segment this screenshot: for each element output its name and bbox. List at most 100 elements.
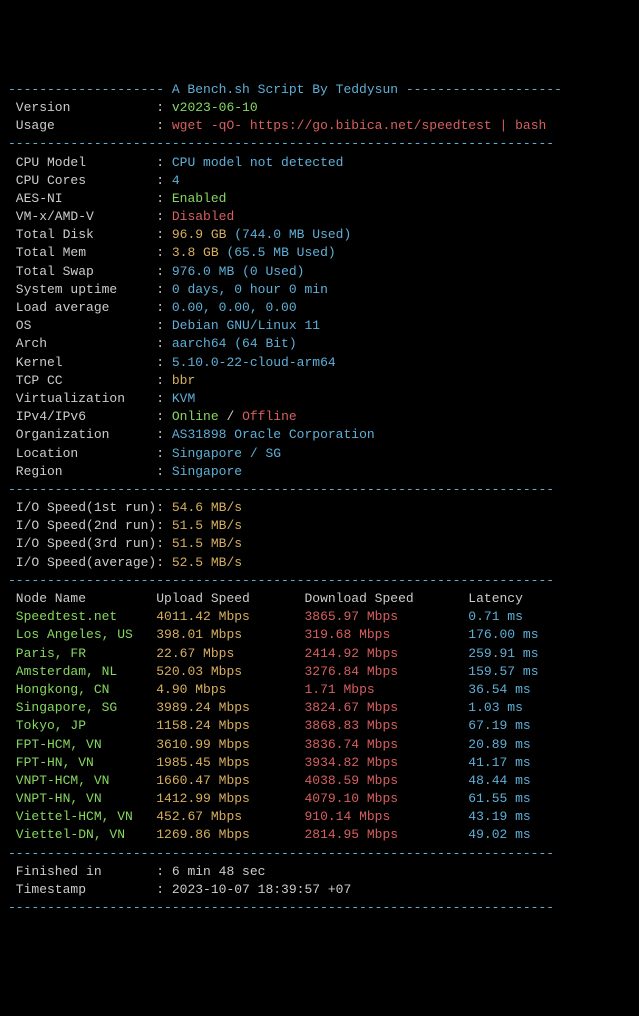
sysinfo-row: Total Mem : 3.8 GB (65.5 MB Used): [8, 244, 631, 262]
speed-download: 3276.84 Mbps: [304, 664, 468, 679]
sysinfo-extra: (65.5 MB Used): [219, 245, 336, 260]
speed-upload: 1985.45 Mbps: [156, 755, 304, 770]
info-label: Organization: [8, 427, 156, 442]
io-label: I/O Speed(1st run): [8, 500, 156, 515]
sysinfo-row: OS : Debian GNU/Linux 11: [8, 317, 631, 335]
info-label: Location: [8, 446, 156, 461]
speed-latency: 159.57 ms: [468, 664, 538, 679]
speed-row: Viettel-DN, VN 1269.86 Mbps 2814.95 Mbps…: [8, 826, 631, 844]
speed-latency: 48.44 ms: [468, 773, 530, 788]
sysinfo-row: Total Swap : 976.0 MB (0 Used): [8, 263, 631, 281]
sysinfo-value: Enabled: [172, 191, 227, 206]
timestamp-label: Timestamp: [8, 882, 156, 897]
speed-header-up: Upload Speed: [156, 591, 304, 606]
sysinfo-value: 3.8 GB: [172, 245, 219, 260]
speed-upload: 3610.99 Mbps: [156, 737, 304, 752]
speed-node: Los Angeles, US: [8, 627, 156, 642]
io-row: I/O Speed(3rd run): 51.5 MB/s: [8, 535, 631, 553]
sysinfo-row: Arch : aarch64 (64 Bit): [8, 335, 631, 353]
speed-upload: 1412.99 Mbps: [156, 791, 304, 806]
sysinfo-value: 976.0 MB: [172, 264, 234, 279]
speed-latency: 1.03 ms: [468, 700, 523, 715]
speed-node: Tokyo, JP: [8, 718, 156, 733]
speed-download: 3868.83 Mbps: [304, 718, 468, 733]
sysinfo-label: Arch: [8, 336, 156, 351]
speed-header-down: Download Speed: [304, 591, 468, 606]
info-value: Singapore: [172, 464, 242, 479]
speed-row: Los Angeles, US 398.01 Mbps 319.68 Mbps …: [8, 626, 631, 644]
speed-node: Viettel-HCM, VN: [8, 809, 156, 824]
speed-node: VNPT-HCM, VN: [8, 773, 156, 788]
speed-upload: 520.03 Mbps: [156, 664, 304, 679]
sysinfo-value: bbr: [172, 373, 195, 388]
speed-row: VNPT-HN, VN 1412.99 Mbps 4079.10 Mbps 61…: [8, 790, 631, 808]
io-label: I/O Speed(2nd run): [8, 518, 156, 533]
timestamp-value: 2023-10-07 18:39:57 +07: [172, 882, 351, 897]
speed-latency: 67.19 ms: [468, 718, 530, 733]
speed-row: Paris, FR 22.67 Mbps 2414.92 Mbps 259.91…: [8, 645, 631, 663]
terminal-output: -------------------- A Bench.sh Script B…: [8, 81, 631, 918]
sysinfo-label: CPU Cores: [8, 173, 156, 188]
sysinfo-row: System uptime : 0 days, 0 hour 0 min: [8, 281, 631, 299]
speed-upload: 398.01 Mbps: [156, 627, 304, 642]
speed-node: VNPT-HN, VN: [8, 791, 156, 806]
speed-download: 3836.74 Mbps: [304, 737, 468, 752]
speed-node: Viettel-DN, VN: [8, 827, 156, 842]
speed-upload: 1158.24 Mbps: [156, 718, 304, 733]
speed-download: 3934.82 Mbps: [304, 755, 468, 770]
sysinfo-row: VM-x/AMD-V : Disabled: [8, 208, 631, 226]
network-online: Online: [172, 409, 219, 424]
sysinfo-label: Total Disk: [8, 227, 156, 242]
sysinfo-value: KVM: [172, 391, 195, 406]
speed-header-lat: Latency: [468, 591, 523, 606]
speed-download: 2414.92 Mbps: [304, 646, 468, 661]
speed-latency: 41.17 ms: [468, 755, 530, 770]
sysinfo-label: Total Mem: [8, 245, 156, 260]
separator: ----------------------------------------…: [8, 900, 554, 915]
speed-node: Singapore, SG: [8, 700, 156, 715]
speed-upload: 4011.42 Mbps: [156, 609, 304, 624]
finished-label: Finished in: [8, 864, 156, 879]
sysinfo-label: Total Swap: [8, 264, 156, 279]
speed-latency: 259.91 ms: [468, 646, 538, 661]
sysinfo-label: Kernel: [8, 355, 156, 370]
separator: ----------------------------------------…: [8, 846, 554, 861]
speed-upload: 4.90 Mbps: [156, 682, 304, 697]
io-value: 52.5 MB/s: [172, 555, 242, 570]
speed-latency: 49.02 ms: [468, 827, 530, 842]
sysinfo-label: OS: [8, 318, 156, 333]
speed-download: 319.68 Mbps: [304, 627, 468, 642]
speed-download: 3824.67 Mbps: [304, 700, 468, 715]
io-label: I/O Speed(average): [8, 555, 156, 570]
speed-row: FPT-HN, VN 1985.45 Mbps 3934.82 Mbps 41.…: [8, 754, 631, 772]
sysinfo-value: CPU model not detected: [172, 155, 344, 170]
speed-download: 4079.10 Mbps: [304, 791, 468, 806]
sysinfo-value: 96.9 GB: [172, 227, 227, 242]
sysinfo-row: Load average : 0.00, 0.00, 0.00: [8, 299, 631, 317]
speed-latency: 43.19 ms: [468, 809, 530, 824]
sysinfo-extra: (744.0 MB Used): [226, 227, 351, 242]
speed-row: Viettel-HCM, VN 452.67 Mbps 910.14 Mbps …: [8, 808, 631, 826]
speed-download: 910.14 Mbps: [304, 809, 468, 824]
sysinfo-row: TCP CC : bbr: [8, 372, 631, 390]
info-label: Region: [8, 464, 156, 479]
network-label: IPv4/IPv6: [8, 409, 156, 424]
info-value: Singapore / SG: [172, 446, 281, 461]
sysinfo-value: 5.10.0-22-cloud-arm64: [172, 355, 336, 370]
speed-latency: 20.89 ms: [468, 737, 530, 752]
io-row: I/O Speed(1st run): 54.6 MB/s: [8, 499, 631, 517]
sysinfo-label: CPU Model: [8, 155, 156, 170]
speed-node: Hongkong, CN: [8, 682, 156, 697]
io-value: 54.6 MB/s: [172, 500, 242, 515]
info-value: AS31898 Oracle Corporation: [172, 427, 375, 442]
sysinfo-value: aarch64 (64 Bit): [172, 336, 297, 351]
sysinfo-label: TCP CC: [8, 373, 156, 388]
sysinfo-row: Virtualization : KVM: [8, 390, 631, 408]
network-offline: Offline: [242, 409, 297, 424]
sysinfo-value: 0 days, 0 hour 0 min: [172, 282, 328, 297]
sysinfo-row: Kernel : 5.10.0-22-cloud-arm64: [8, 354, 631, 372]
speed-row: Tokyo, JP 1158.24 Mbps 3868.83 Mbps 67.1…: [8, 717, 631, 735]
sysinfo-row: CPU Model : CPU model not detected: [8, 154, 631, 172]
io-row: I/O Speed(average): 52.5 MB/s: [8, 554, 631, 572]
sysinfo-row: Total Disk : 96.9 GB (744.0 MB Used): [8, 226, 631, 244]
